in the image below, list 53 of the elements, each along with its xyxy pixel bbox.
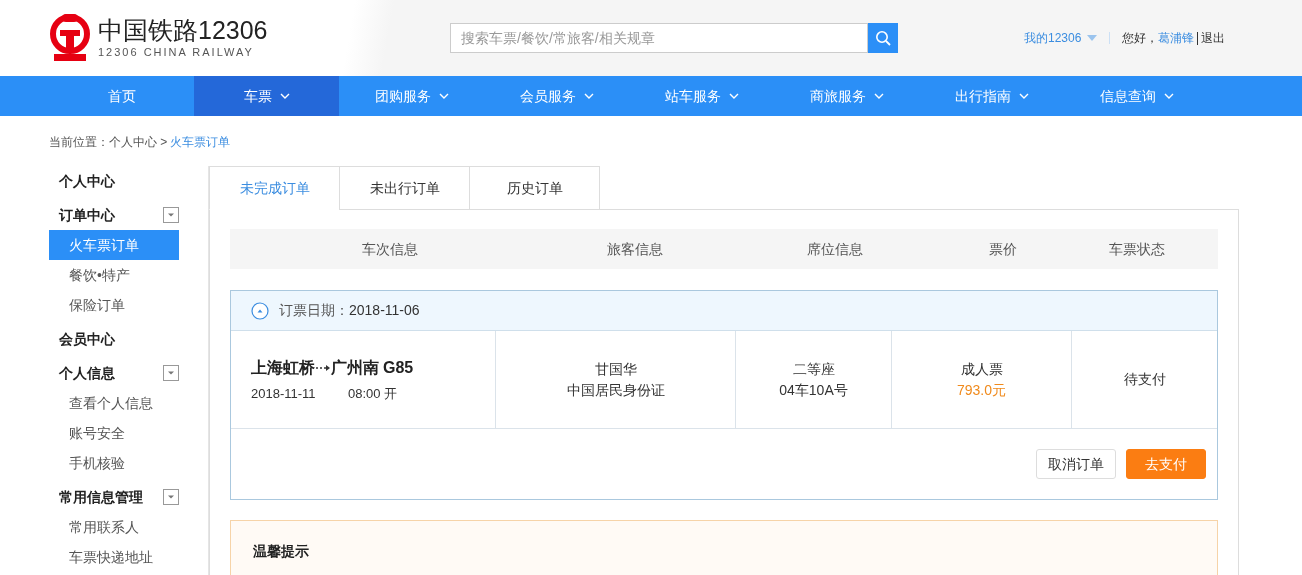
seat-number: 04车10A号 xyxy=(779,380,848,400)
sidebar-item[interactable]: 保险订单 xyxy=(49,290,179,320)
sidebar-item[interactable]: 餐饮•特产 xyxy=(49,260,179,290)
sidebar-group-title[interactable]: 会员中心 xyxy=(59,328,115,350)
notice-title: 温馨提示 xyxy=(253,543,309,559)
departure-time: 08:00 开 xyxy=(348,384,398,403)
nav-tab[interactable]: 车票 xyxy=(194,76,339,116)
order-tab[interactable]: 未出行订单 xyxy=(339,166,470,210)
search-field[interactable]: 搜索车票/餐饮/常旅客/相关规章 xyxy=(450,23,868,53)
search-button[interactable] xyxy=(868,23,898,53)
order-tab[interactable]: 历史订单 xyxy=(469,166,600,210)
ticket-status: 待支付 xyxy=(1123,370,1166,389)
column-header: 票价 xyxy=(987,239,1018,259)
arrow-right-icon xyxy=(316,363,330,372)
order-tab[interactable]: 未完成订单 xyxy=(209,166,340,210)
sidebar-group-title[interactable]: 订单中心 xyxy=(59,204,115,226)
column-header: 车票状态 xyxy=(1107,239,1166,259)
id-type: 中国居民身份证 xyxy=(566,380,665,400)
sidebar-group-title[interactable]: 个人中心 xyxy=(59,170,115,192)
sidebar-item[interactable]: 查看个人信息 xyxy=(49,388,179,418)
column-header: 席位信息 xyxy=(806,239,864,259)
collapse-toggle-icon[interactable] xyxy=(163,489,179,505)
search-icon xyxy=(875,30,891,46)
collapse-toggle-icon[interactable] xyxy=(163,207,179,223)
travel-date: 2018-11-11 xyxy=(251,384,317,403)
sidebar-item[interactable]: 手机核验 xyxy=(49,448,179,478)
ticket-price: 793.0元 xyxy=(956,380,1006,400)
passenger-name: 甘国华 xyxy=(594,359,637,379)
column-header: 旅客信息 xyxy=(606,239,664,259)
column-header: 车次信息 xyxy=(361,239,419,259)
collapse-toggle-icon[interactable] xyxy=(163,365,179,381)
greeting-text: 您好， xyxy=(1122,30,1159,47)
sidebar-group-title[interactable]: 个人信息 xyxy=(59,362,115,384)
sidebar-item[interactable]: 车票快递地址 xyxy=(49,542,179,572)
collapse-circle-icon[interactable] xyxy=(251,301,269,320)
train-number: G85 xyxy=(383,357,414,378)
ticket-type: 成人票 xyxy=(960,359,1003,379)
caret-icon xyxy=(1087,35,1098,41)
sidebar-item[interactable]: 账号安全 xyxy=(49,418,179,448)
cancel-order-button[interactable]: 取消订单 xyxy=(1036,449,1116,479)
logo-subtitle: 12306 CHINA RAILWAY xyxy=(98,44,255,60)
sidebar-group-title[interactable]: 常用信息管理 xyxy=(59,486,143,508)
breadcrumb-path: 当前位置：个人中心 > xyxy=(49,134,168,151)
logo-title: 中国铁路12306 xyxy=(98,15,268,44)
sidebar-item[interactable]: 常用联系人 xyxy=(49,512,179,542)
departure-station: 上海虹桥 xyxy=(251,357,315,378)
logout-link[interactable]: 退出 xyxy=(1201,29,1226,47)
seat-class: 二等座 xyxy=(792,359,835,379)
booking-date: 2018-11-06 xyxy=(349,301,420,320)
breadcrumb-current-link[interactable]: 火车票订单 xyxy=(170,133,231,166)
arrival-station: 广州南 xyxy=(331,357,379,378)
booking-date-label: 订票日期： xyxy=(279,301,349,320)
railway-logo-icon xyxy=(48,14,92,62)
